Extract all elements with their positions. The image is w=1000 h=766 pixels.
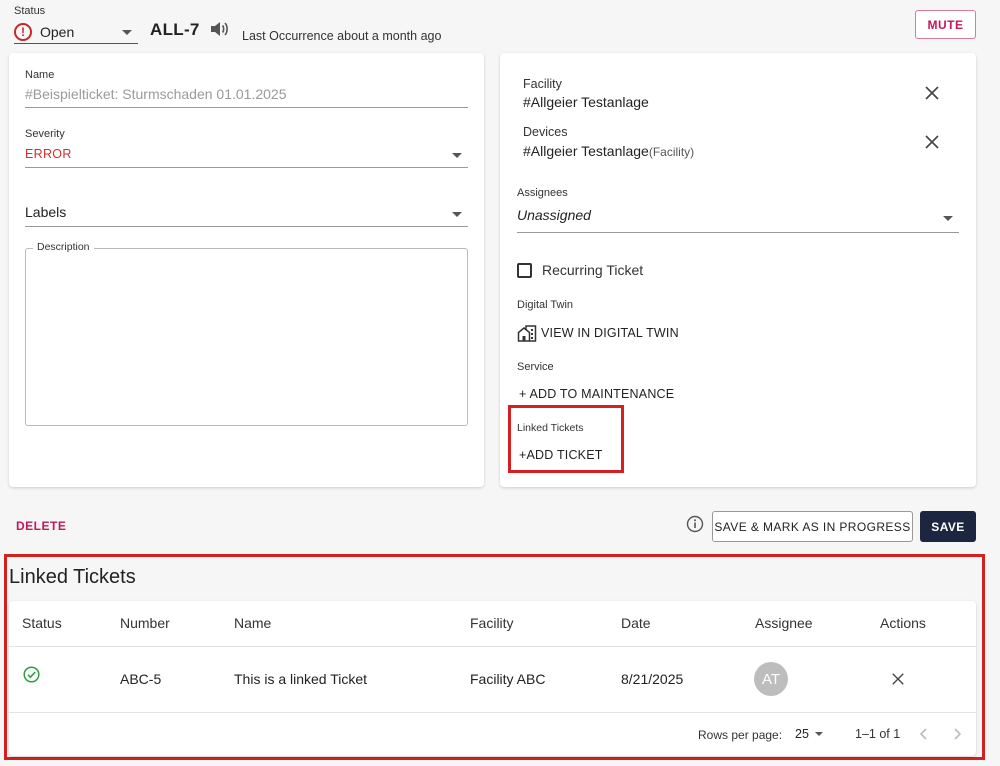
save-and-mark-in-progress-button[interactable]: SAVE & MARK AS IN PROGRESS <box>712 511 913 542</box>
chevron-down-icon <box>943 216 953 221</box>
column-header-assignee[interactable]: Assignee <box>755 615 813 631</box>
labels-label: Labels <box>25 204 67 220</box>
digital-twin-button-label: VIEW IN DIGITAL TWIN <box>541 326 679 340</box>
chevron-down-icon <box>452 212 462 217</box>
remove-facility-close-icon[interactable] <box>924 85 940 101</box>
recurring-ticket-toggle[interactable]: Recurring Ticket <box>517 262 643 278</box>
devices-value: #Allgeier Testanlage(Facility) <box>523 143 694 159</box>
name-value: #Beispielticket: Sturmschaden 01.01.2025 <box>25 86 287 102</box>
recurring-label: Recurring Ticket <box>542 262 644 278</box>
add-to-maintenance-button[interactable]: + ADD TO MAINTENANCE <box>519 387 674 401</box>
name-label: Name <box>25 69 55 81</box>
name-input[interactable]: #Beispielticket: Sturmschaden 01.01.2025 <box>25 86 468 108</box>
recurring-checkbox[interactable] <box>517 262 532 278</box>
devices-label: Devices <box>523 125 568 139</box>
assignees-select[interactable]: Unassigned <box>517 207 959 233</box>
linked-tickets-label: Linked Tickets <box>517 422 584 434</box>
ticket-id: ALL-7 <box>150 20 200 39</box>
rows-per-page-value: 25 <box>795 727 809 741</box>
save-button[interactable]: SAVE <box>920 511 976 542</box>
column-header-number[interactable]: Number <box>120 615 170 631</box>
row-divider <box>9 712 976 713</box>
chevron-down-icon <box>814 732 823 736</box>
rows-per-page-label: Rows per page: <box>698 728 783 742</box>
digital-twin-label: Digital Twin <box>517 299 574 311</box>
remove-device-close-icon[interactable] <box>924 134 940 150</box>
add-ticket-button[interactable]: +ADD TICKET <box>519 448 603 462</box>
view-in-digital-twin-button[interactable]: VIEW IN DIGITAL TWIN <box>517 324 679 342</box>
building-icon <box>517 325 537 342</box>
facility-label: Facility <box>523 77 562 91</box>
ticket-facility-cell: Facility ABC <box>470 671 546 687</box>
ticket-number-cell[interactable]: ABC-5 <box>120 671 161 687</box>
pagination-range: 1–1 of 1 <box>855 727 901 741</box>
error-status-icon: ! <box>14 22 32 41</box>
labels-select[interactable]: Labels <box>25 204 468 227</box>
check-circle-icon <box>23 666 40 683</box>
column-header-actions: Actions <box>880 615 926 631</box>
device-type: (Facility) <box>648 145 695 159</box>
rows-per-page-select[interactable]: 25 <box>795 727 823 741</box>
chevron-right-icon[interactable] <box>951 727 963 741</box>
column-header-date[interactable]: Date <box>621 615 651 631</box>
delete-button[interactable]: DELETE <box>16 519 66 533</box>
chevron-down-icon <box>452 153 462 158</box>
column-header-name[interactable]: Name <box>234 615 271 631</box>
device-name: #Allgeier Testanlage <box>523 143 649 159</box>
severity-value: ERROR <box>25 147 72 161</box>
ticket-name-cell[interactable]: This is a linked Ticket <box>234 671 367 687</box>
description-textarea[interactable] <box>25 248 468 426</box>
column-header-facility[interactable]: Facility <box>470 615 514 631</box>
mute-button[interactable]: MUTE <box>915 10 976 39</box>
column-header-status[interactable]: Status <box>22 615 62 631</box>
description-label: Description <box>33 241 94 253</box>
linked-tickets-highlight <box>508 405 624 473</box>
severity-select[interactable]: ERROR <box>25 145 468 168</box>
info-icon[interactable] <box>686 515 704 533</box>
service-label: Service <box>517 361 554 373</box>
assignees-label: Assignees <box>517 187 568 199</box>
facility-value: #Allgeier Testanlage <box>523 94 649 110</box>
unlink-ticket-close-icon[interactable] <box>891 672 905 686</box>
linked-tickets-title: Linked Tickets <box>9 566 136 588</box>
status-value: Open <box>40 23 75 40</box>
speaker-icon[interactable] <box>209 20 229 38</box>
header-divider <box>9 646 976 647</box>
status-select[interactable]: ! Open <box>14 20 138 44</box>
avatar: AT <box>754 662 788 696</box>
status-label: Status <box>14 5 46 17</box>
ticket-date-cell: 8/21/2025 <box>621 671 684 687</box>
assignees-value: Unassigned <box>517 207 591 223</box>
last-occurrence-text: Last Occurrence about a month ago <box>242 29 442 43</box>
chevron-left-icon[interactable] <box>918 727 930 741</box>
chevron-down-icon <box>122 30 132 35</box>
severity-label: Severity <box>25 128 65 140</box>
